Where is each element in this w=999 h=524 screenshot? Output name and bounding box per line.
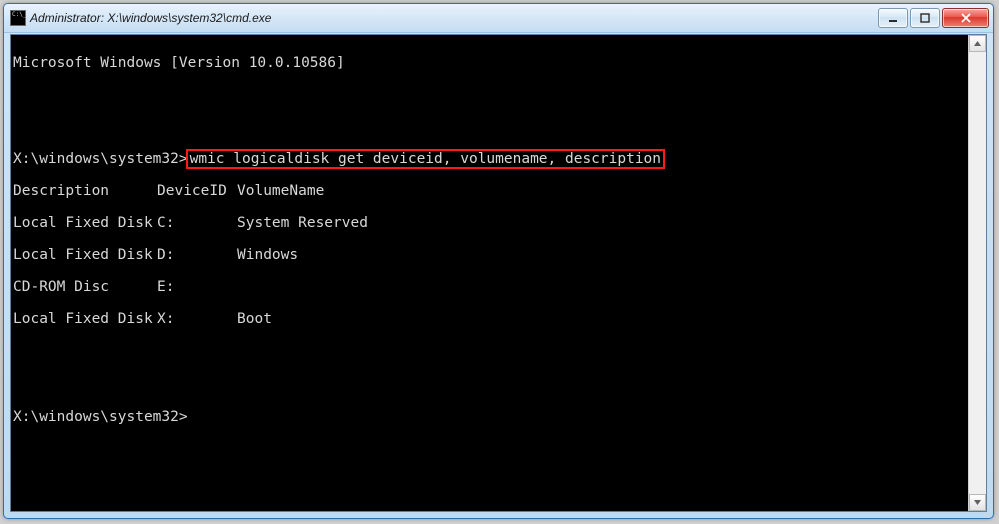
client-area: Microsoft Windows [Version 10.0.10586] X… <box>10 34 987 512</box>
minimize-button[interactable] <box>878 8 908 28</box>
prompt: X:\windows\system32> <box>13 151 188 167</box>
chevron-up-icon <box>974 41 981 46</box>
header-description: Description <box>13 183 157 199</box>
cursor <box>188 407 196 421</box>
minimize-icon <box>888 13 898 23</box>
version-line: Microsoft Windows [Version 10.0.10586] <box>13 55 969 71</box>
chevron-down-icon <box>974 500 981 505</box>
table-header: DescriptionDeviceIDVolumeName <box>13 183 969 199</box>
table-row: Local Fixed DiskC:System Reserved <box>13 215 969 231</box>
command-line: X:\windows\system32>wmic logicaldisk get… <box>13 151 969 167</box>
window-title: Administrator: X:\windows\system32\cmd.e… <box>30 11 271 25</box>
table-row: CD-ROM DiscE: <box>13 279 969 295</box>
window-controls <box>878 8 989 28</box>
second-prompt-line: X:\windows\system32> <box>13 407 969 423</box>
header-deviceid: DeviceID <box>157 183 237 199</box>
scroll-up-button[interactable] <box>969 35 986 52</box>
highlighted-command: wmic logicaldisk get deviceid, volumenam… <box>186 149 665 169</box>
maximize-button[interactable] <box>910 8 940 28</box>
titlebar[interactable]: Administrator: X:\windows\system32\cmd.e… <box>4 4 993 33</box>
vertical-scrollbar[interactable] <box>968 35 986 511</box>
prompt: X:\windows\system32> <box>13 409 188 425</box>
cmd-icon <box>10 10 26 26</box>
scroll-down-button[interactable] <box>969 494 986 511</box>
table-row: Local Fixed DiskD:Windows <box>13 247 969 263</box>
close-button[interactable] <box>942 8 989 28</box>
close-icon <box>960 13 972 23</box>
table-row: Local Fixed DiskX:Boot <box>13 311 969 327</box>
header-volumename: VolumeName <box>237 183 324 199</box>
maximize-icon <box>920 13 930 23</box>
terminal-output[interactable]: Microsoft Windows [Version 10.0.10586] X… <box>11 35 969 511</box>
cmd-window: Administrator: X:\windows\system32\cmd.e… <box>3 3 994 519</box>
